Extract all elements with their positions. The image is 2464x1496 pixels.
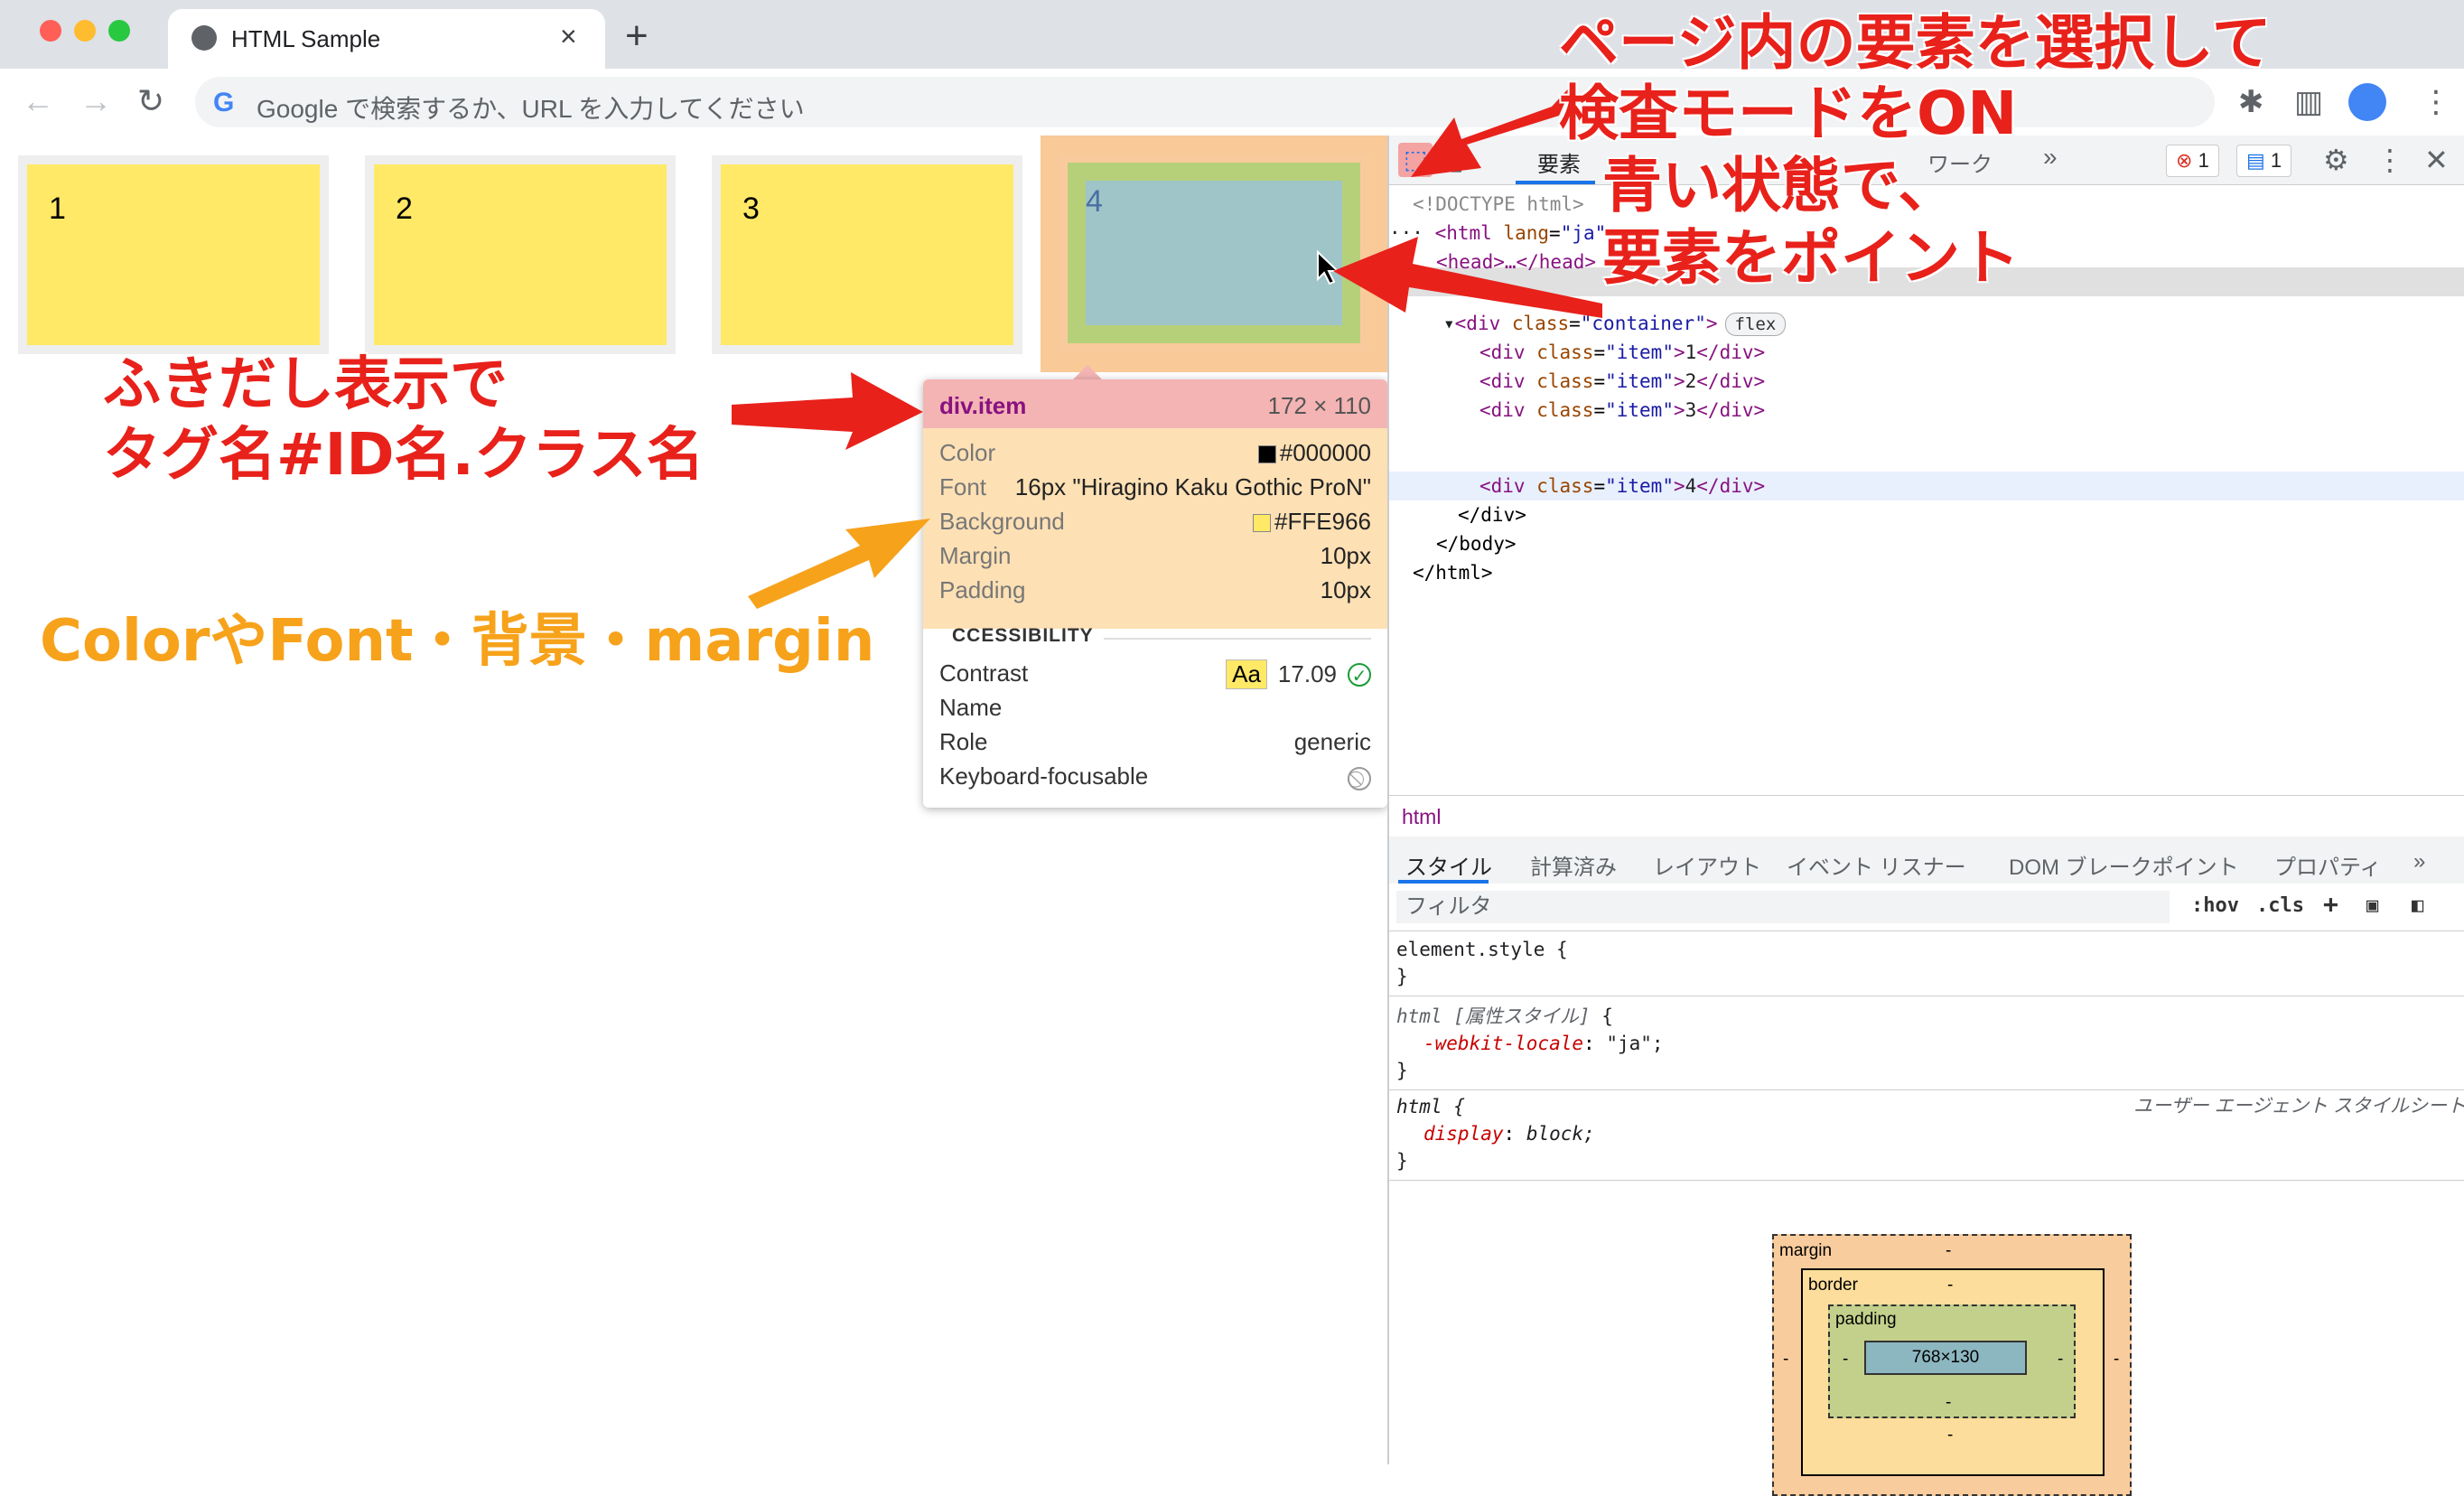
arrow-to-inspect-button [1411, 83, 1573, 177]
arrow-to-tooltip-header [732, 372, 923, 450]
annotation-tag-id-class: タグ名#ID名.クラス名 [103, 422, 705, 489]
annotation-color-font-bg-margin: ColorやFont・背景・margin [40, 608, 875, 675]
arrow-to-item-4 [1333, 237, 1602, 318]
annotation-arrows [732, 83, 1602, 609]
annotation-point-element: 要素をポイント [1602, 223, 2020, 293]
